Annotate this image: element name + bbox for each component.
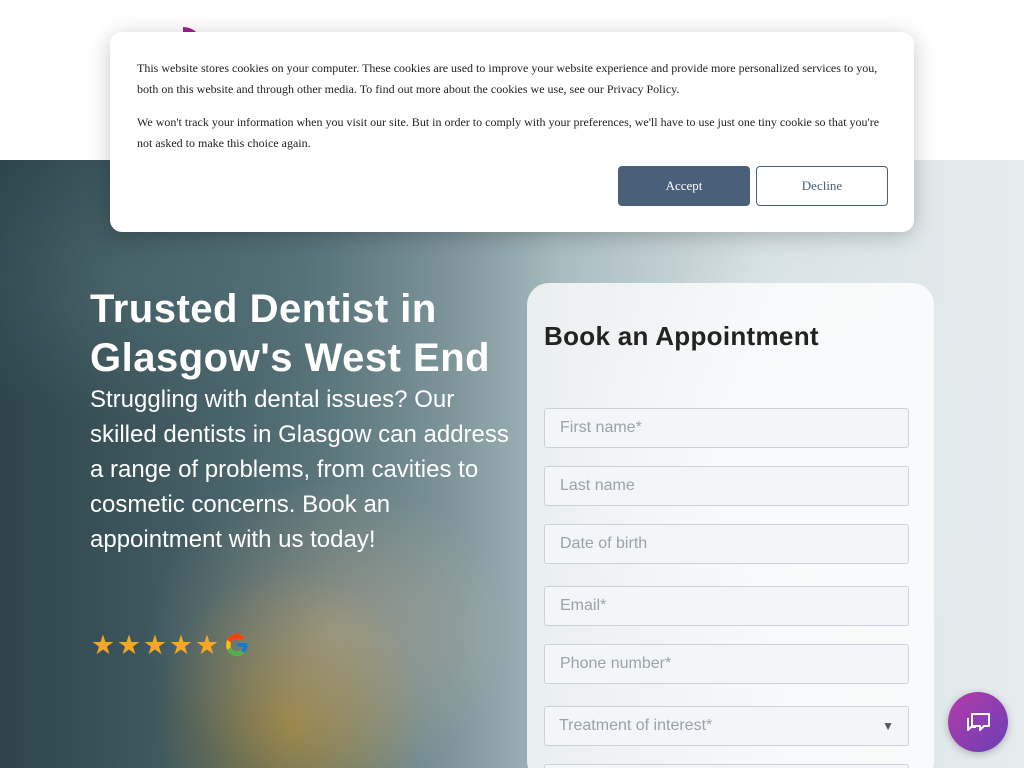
star-icon: ★	[90, 630, 116, 660]
email-field[interactable]	[544, 586, 909, 626]
decline-button[interactable]: Decline	[756, 166, 888, 206]
star-icon: ★	[142, 630, 168, 660]
appointment-form: Book an Appointment Treatment of interes…	[527, 283, 934, 768]
first-name-field[interactable]	[544, 408, 909, 448]
hero-description: Struggling with dental issues? Our skill…	[90, 386, 509, 553]
treatment-select[interactable]: Treatment of interest* ▼	[544, 706, 909, 746]
treatment-select-value: Treatment of interest*	[559, 717, 713, 734]
google-icon	[226, 634, 248, 656]
hero-section: Trusted Dentist in Glasgow's West End St…	[0, 160, 1024, 768]
cookie-text-1: This website stores cookies on your comp…	[137, 61, 878, 96]
phone-field[interactable]	[544, 644, 909, 684]
google-rating: ★ ★ ★ ★ ★	[90, 630, 250, 660]
hero-title: Trusted Dentist in Glasgow's West End	[90, 287, 491, 380]
star-icon: ★	[194, 630, 220, 660]
chat-bubbles-icon	[967, 713, 990, 731]
chevron-down-icon: ▼	[882, 719, 894, 733]
star-icon: ★	[116, 630, 142, 660]
last-name-field[interactable]	[544, 466, 909, 506]
chat-button[interactable]	[948, 692, 1008, 752]
star-icon: ★	[168, 630, 194, 660]
next-field-partial[interactable]	[544, 764, 909, 768]
cookie-banner: This website stores cookies on your comp…	[110, 32, 914, 232]
form-title: Book an Appointment	[544, 321, 819, 351]
date-of-birth-field[interactable]	[544, 524, 909, 564]
accept-button[interactable]: Accept	[618, 166, 750, 206]
cookie-text-2: We won't track your information when you…	[137, 115, 880, 150]
